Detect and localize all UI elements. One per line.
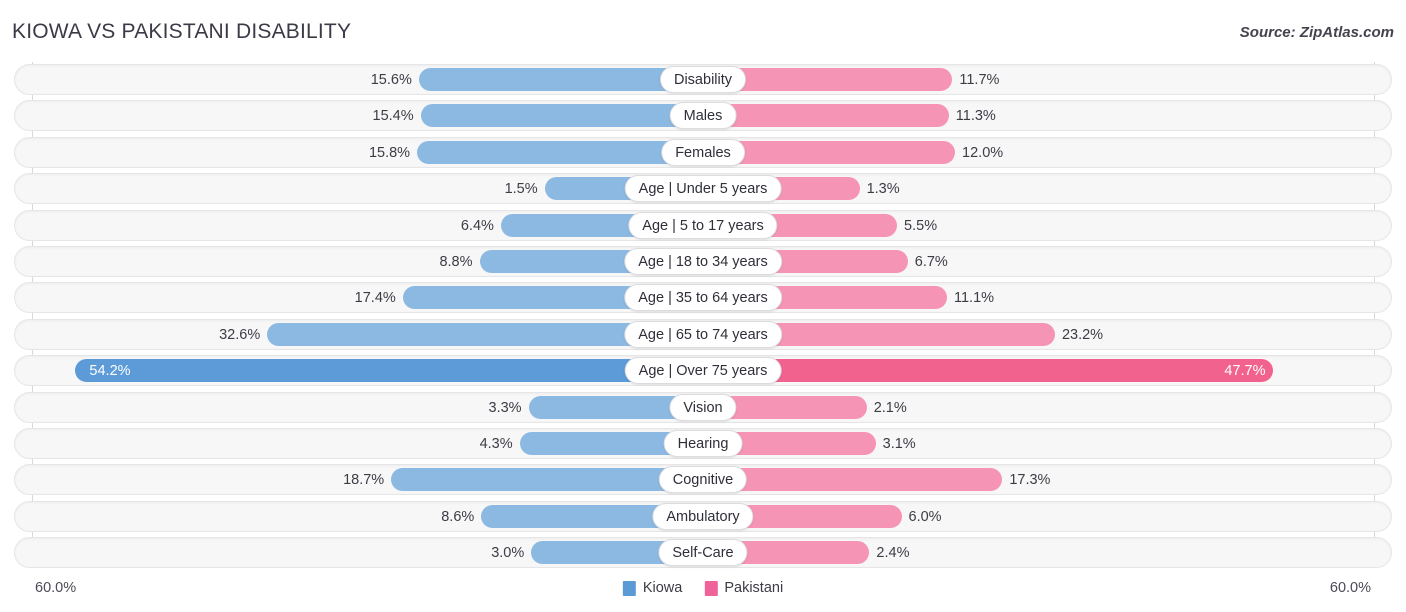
value-pakistani: 17.3% — [1009, 465, 1050, 496]
value-kiowa: 15.6% — [15, 65, 412, 96]
value-kiowa: 18.7% — [15, 465, 384, 496]
value-pakistani: 6.7% — [915, 247, 948, 278]
bar-pakistani — [703, 359, 1273, 382]
source-attribution: Source: ZipAtlas.com — [1240, 24, 1394, 41]
category-label-pill: Females — [661, 139, 745, 166]
category-label-pill: Cognitive — [659, 466, 747, 493]
category-label-pill: Age | 65 to 74 years — [624, 321, 782, 348]
category-label-pill: Hearing — [664, 430, 743, 457]
value-pakistani: 11.1% — [954, 283, 994, 314]
table-row[interactable]: 15.6% 11.7% Disability — [14, 64, 1392, 95]
axis-label-left: 60.0% — [35, 580, 76, 596]
value-kiowa: 6.4% — [15, 211, 494, 242]
legend-label: Pakistani — [724, 580, 783, 596]
table-row[interactable]: 6.4% 5.5% Age | 5 to 17 years — [14, 210, 1392, 241]
bar-kiowa — [391, 468, 703, 491]
category-label-pill: Vision — [669, 394, 736, 421]
chart-footer: 60.0% 60.0% Kiowa Pakistani — [0, 568, 1406, 612]
value-kiowa: 32.6% — [15, 320, 260, 351]
category-label-pill: Males — [670, 102, 737, 129]
value-kiowa: 4.3% — [15, 429, 513, 460]
category-label-pill: Age | 5 to 17 years — [628, 212, 777, 239]
table-row[interactable]: 3.3% 2.1% Vision — [14, 392, 1392, 423]
value-pakistani: 3.1% — [883, 429, 916, 460]
value-pakistani: 47.7% — [1217, 356, 1265, 387]
legend-label: Kiowa — [643, 580, 683, 596]
chart-rows: 15.6% 11.7% Disability 15.4% 11.3% Males 15.8%… — [0, 64, 1406, 573]
category-label-pill: Age | 35 to 64 years — [624, 284, 782, 311]
bar-pakistani — [703, 468, 1002, 491]
value-kiowa: 15.8% — [15, 138, 410, 169]
value-kiowa: 54.2% — [89, 356, 130, 387]
chart-legend: Kiowa Pakistani — [623, 580, 783, 596]
bar-kiowa — [417, 141, 703, 164]
value-pakistani: 11.7% — [959, 65, 999, 96]
category-label-pill: Age | Over 75 years — [625, 357, 782, 384]
legend-swatch-icon — [704, 581, 717, 596]
value-pakistani: 12.0% — [962, 138, 1003, 169]
value-pakistani: 1.3% — [867, 174, 900, 205]
value-pakistani: 2.1% — [874, 393, 907, 424]
table-row[interactable]: 8.8% 6.7% Age | 18 to 34 years — [14, 246, 1392, 277]
category-label-pill: Ambulatory — [652, 503, 753, 530]
value-pakistani: 6.0% — [909, 502, 942, 533]
value-kiowa: 17.4% — [15, 283, 396, 314]
table-row[interactable]: 15.8% 12.0% Females — [14, 137, 1392, 168]
value-pakistani: 2.4% — [876, 538, 909, 569]
table-row[interactable]: 4.3% 3.1% Hearing — [14, 428, 1392, 459]
chart-header: KIOWA VS PAKISTANI DISABILITY Source: Zi… — [0, 0, 1406, 62]
value-kiowa: 3.0% — [15, 538, 524, 569]
value-kiowa: 8.6% — [15, 502, 474, 533]
table-row[interactable]: 17.4% 11.1% Age | 35 to 64 years — [14, 282, 1392, 313]
legend-item[interactable]: Kiowa — [623, 580, 683, 596]
category-label-pill: Age | 18 to 34 years — [624, 248, 782, 275]
table-row[interactable]: 3.0% 2.4% Self-Care — [14, 537, 1392, 568]
bar-kiowa — [421, 104, 703, 127]
category-label-pill: Age | Under 5 years — [625, 175, 782, 202]
chart-root: KIOWA VS PAKISTANI DISABILITY Source: Zi… — [0, 0, 1406, 612]
table-row[interactable]: 8.6% 6.0% Ambulatory — [14, 501, 1392, 532]
value-pakistani: 5.5% — [904, 211, 937, 242]
table-row[interactable]: 54.2% 47.7% Age | Over 75 years — [14, 355, 1392, 386]
bar-kiowa — [75, 359, 703, 382]
value-kiowa: 15.4% — [15, 101, 414, 132]
value-kiowa: 3.3% — [15, 393, 522, 424]
category-label-pill: Self-Care — [658, 539, 747, 566]
bar-pakistani — [703, 104, 949, 127]
value-kiowa: 1.5% — [15, 174, 538, 205]
value-pakistani: 23.2% — [1062, 320, 1103, 351]
table-row[interactable]: 1.5% 1.3% Age | Under 5 years — [14, 173, 1392, 204]
axis-label-right: 60.0% — [1330, 580, 1371, 596]
page-title: KIOWA VS PAKISTANI DISABILITY — [12, 20, 351, 44]
table-row[interactable]: 15.4% 11.3% Males — [14, 100, 1392, 131]
category-label-pill: Disability — [660, 66, 746, 93]
legend-item[interactable]: Pakistani — [704, 580, 783, 596]
legend-swatch-icon — [623, 581, 636, 596]
table-row[interactable]: 18.7% 17.3% Cognitive — [14, 464, 1392, 495]
value-pakistani: 11.3% — [956, 101, 996, 132]
chart-plot-area: 15.6% 11.7% Disability 15.4% 11.3% Males 15.8%… — [0, 62, 1406, 568]
table-row[interactable]: 32.6% 23.2% Age | 65 to 74 years — [14, 319, 1392, 350]
value-kiowa: 8.8% — [15, 247, 473, 278]
